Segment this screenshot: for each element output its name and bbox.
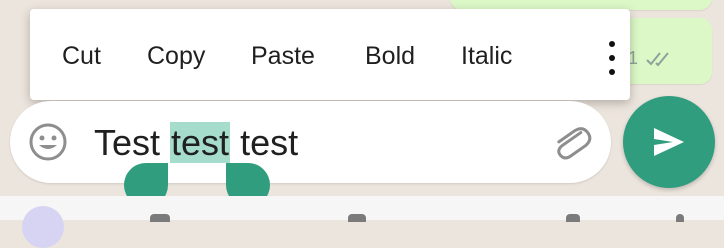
message-input[interactable]: Test test test <box>94 117 298 169</box>
menu-item-bold[interactable]: Bold <box>365 9 415 100</box>
text-context-menu: Cut Copy Paste Bold Italic <box>30 9 630 100</box>
double-check-icon: 1 <box>628 48 674 69</box>
text-before: Test <box>94 122 171 163</box>
menu-item-paste[interactable]: Paste <box>251 9 315 100</box>
more-vertical-icon[interactable] <box>600 38 624 78</box>
menu-item-cut[interactable]: Cut <box>62 9 101 100</box>
menu-item-italic[interactable]: Italic <box>461 9 512 100</box>
bottom-glyph <box>676 214 684 222</box>
selected-text: test <box>170 122 231 163</box>
menu-item-copy[interactable]: Copy <box>147 9 205 100</box>
bottom-glyph <box>150 214 170 222</box>
send-button[interactable] <box>623 96 715 188</box>
avatar[interactable] <box>22 206 64 248</box>
send-icon <box>654 128 684 156</box>
emoji-icon[interactable] <box>28 122 68 162</box>
paperclip-icon[interactable] <box>546 117 596 167</box>
message-input-bar: Test test test <box>10 101 611 183</box>
bottom-glyph <box>348 214 366 222</box>
bottom-glyph <box>566 214 580 222</box>
text-after: test <box>230 122 299 163</box>
